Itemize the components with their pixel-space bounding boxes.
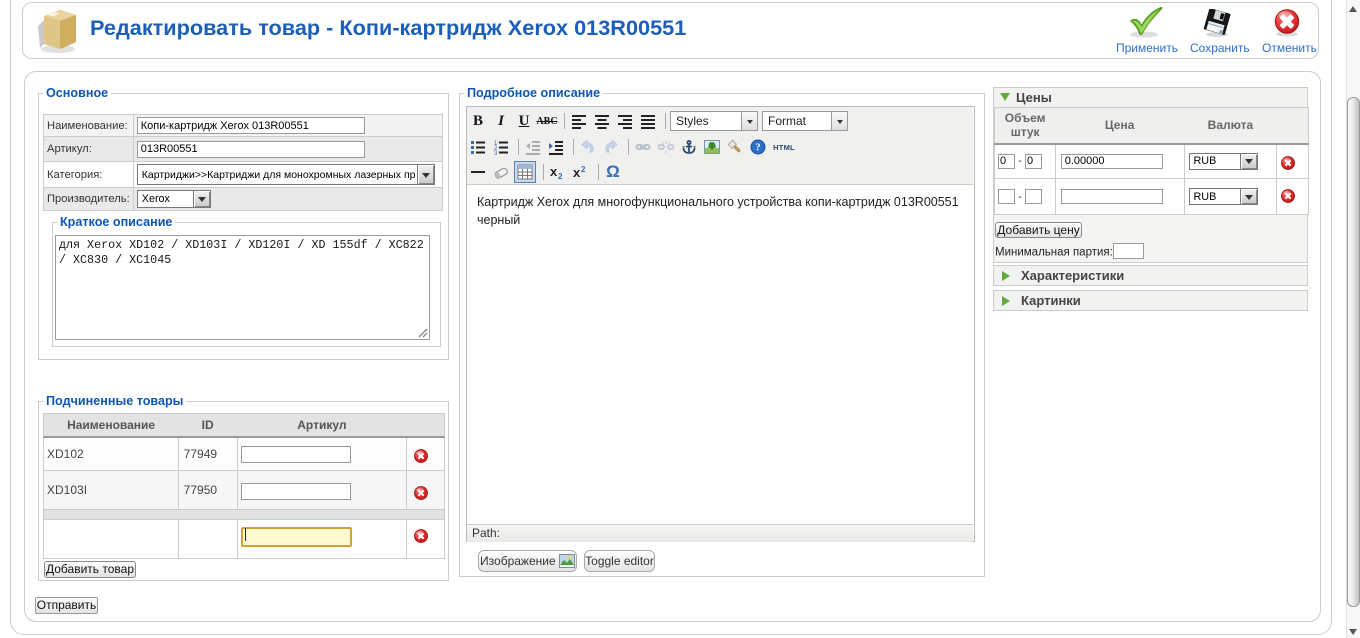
svg-text:3: 3 — [494, 151, 498, 155]
svg-text:x: x — [550, 164, 558, 179]
svg-text:?: ? — [756, 143, 761, 154]
svg-text:2: 2 — [581, 165, 586, 174]
svg-text:x: x — [573, 165, 581, 180]
svg-text:2: 2 — [558, 172, 563, 180]
